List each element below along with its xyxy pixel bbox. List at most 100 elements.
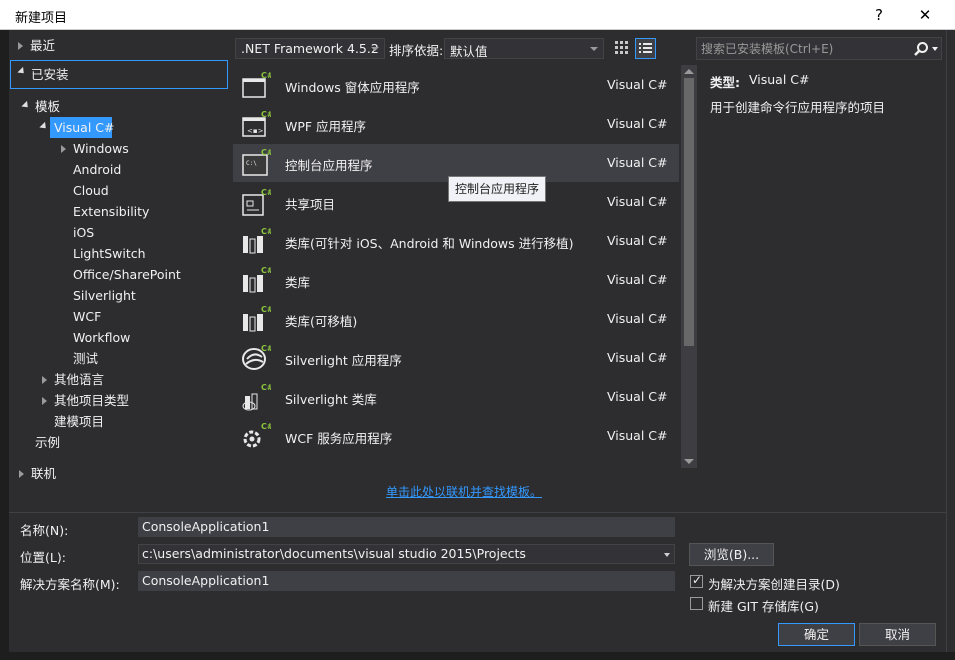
template-name: WCF 服务应用程序 <box>285 431 393 446</box>
list-item-partial[interactable] <box>233 456 679 468</box>
silverlight-library-icon: C# <box>242 383 271 411</box>
list-item[interactable]: C# Silverlight 应用程序 Visual C# <box>233 339 679 377</box>
wpf-icon: <▪> C# <box>242 110 271 137</box>
list-item[interactable]: C# WCF 服务应用程序 Visual C# <box>233 417 679 455</box>
list-item[interactable]: C# 类库(可移植) Visual C# <box>233 300 679 338</box>
nav-visual-csharp[interactable]: Visual C# <box>39 117 115 138</box>
sort-dropdown[interactable]: 默认值 <box>444 38 604 59</box>
close-button[interactable]: ✕ <box>902 0 948 30</box>
nav-samples[interactable]: 示例 <box>35 432 60 453</box>
git-repo-label[interactable]: 新建 GIT 存储库(G) <box>708 596 819 615</box>
template-language: Visual C# <box>607 155 668 170</box>
nav-online[interactable]: 联机 <box>19 463 57 484</box>
template-language: Visual C# <box>607 428 668 443</box>
scroll-down-icon[interactable] <box>684 459 694 464</box>
template-language: Visual C# <box>607 311 668 326</box>
template-name: Silverlight 应用程序 <box>285 353 402 368</box>
svg-text:C#: C# <box>261 422 271 431</box>
nav-other-project-types[interactable]: 其他项目类型 <box>42 390 129 411</box>
nav-recent-label: 最近 <box>30 38 56 53</box>
nav-item-silverlight[interactable]: Silverlight <box>73 285 136 306</box>
template-list: C# Windows 窗体应用程序 Visual C# <▪> C# WPF 应… <box>233 65 679 468</box>
collapse-arrow-icon[interactable] <box>17 66 27 77</box>
nav-installed[interactable]: 已安装 <box>10 60 228 89</box>
location-label: 位置(L): <box>20 550 66 565</box>
nav-recent[interactable]: 最近 <box>18 35 56 56</box>
nav-item-ios[interactable]: iOS <box>73 222 94 243</box>
background-window-strip <box>0 30 9 660</box>
silverlight-app-icon: C# <box>242 344 271 370</box>
background-bottom-strip <box>0 652 955 660</box>
solution-name-label: 解决方案名称(M): <box>20 577 120 592</box>
nav-item-test[interactable]: 测试 <box>73 348 98 369</box>
nav-online-label: 联机 <box>31 466 57 481</box>
info-type-value: Visual C# <box>749 72 810 87</box>
nav-item-windows[interactable]: Windows <box>61 138 129 159</box>
template-language: Visual C# <box>607 350 668 365</box>
template-name: Silverlight 类库 <box>285 392 377 407</box>
list-item[interactable]: C# 类库 Visual C# <box>233 261 679 299</box>
expand-arrow-icon[interactable] <box>61 145 66 153</box>
template-name: Windows 窗体应用程序 <box>285 80 420 95</box>
info-type-label: 类型: <box>710 75 740 90</box>
svg-text:C#: C# <box>261 305 271 314</box>
scroll-up-icon[interactable] <box>684 69 694 74</box>
svg-text:<▪>: <▪> <box>247 127 264 135</box>
dialog-title: 新建项目 <box>15 11 68 26</box>
grid-view-icon[interactable] <box>612 38 632 58</box>
svg-text:C#: C# <box>261 227 271 236</box>
nav-item-extensibility[interactable]: Extensibility <box>73 201 149 222</box>
console-icon: C:\ C# <box>242 148 271 176</box>
nav-item-lightswitch[interactable]: LightSwitch <box>73 243 146 264</box>
browse-button[interactable]: 浏览(B)... <box>689 543 774 566</box>
scrollbar-thumb[interactable] <box>684 78 694 346</box>
expand-arrow-icon[interactable] <box>42 376 47 384</box>
list-item[interactable]: C# Silverlight 类库 Visual C# <box>233 378 679 416</box>
list-view-icon[interactable] <box>635 38 656 59</box>
list-item[interactable]: C# Windows 窗体应用程序 Visual C# <box>233 66 679 104</box>
nav-templates[interactable]: 模板 <box>21 96 60 117</box>
help-button[interactable]: ? <box>856 0 902 30</box>
create-directory-checkbox[interactable] <box>690 573 703 588</box>
nav-item-label: Windows <box>73 141 129 156</box>
nav-other-languages[interactable]: 其他语言 <box>42 369 104 390</box>
search-icon[interactable] <box>913 41 929 57</box>
svg-text:C#: C# <box>261 344 271 353</box>
nav-item-android[interactable]: Android <box>73 159 121 180</box>
framework-dropdown[interactable]: .NET Framework 4.5.2 <box>235 38 385 59</box>
create-directory-label[interactable]: 为解决方案创建目录(D) <box>708 574 840 593</box>
template-name: 类库(可移植) <box>285 314 358 329</box>
title-bar: 新建项目 ? ✕ <box>0 0 955 30</box>
list-item[interactable]: <▪> C# WPF 应用程序 Visual C# <box>233 105 679 143</box>
nav-item-cloud[interactable]: Cloud <box>73 180 109 201</box>
cancel-button[interactable]: 取消 <box>859 623 936 646</box>
list-item[interactable]: C# 类库(可针对 iOS、Android 和 Windows 进行移植) Vi… <box>233 222 679 260</box>
ok-button[interactable]: 确定 <box>778 623 855 646</box>
sort-value: 默认值 <box>450 44 488 59</box>
search-box[interactable] <box>696 37 942 60</box>
expand-arrow-icon[interactable] <box>18 42 23 50</box>
nav-item-wcf[interactable]: WCF <box>73 306 101 327</box>
nav-modeling-projects[interactable]: 建模项目 <box>54 411 104 432</box>
expand-arrow-icon[interactable] <box>42 397 47 405</box>
project-name-field[interactable]: ConsoleApplication1 <box>138 517 675 537</box>
chevron-down-icon[interactable] <box>932 47 938 51</box>
online-templates-link[interactable]: 单击此处以联机并查找模板。 <box>386 483 542 500</box>
template-name: 类库 <box>285 275 311 290</box>
portable-class-library-icon: C# <box>243 305 271 332</box>
template-name: WPF 应用程序 <box>285 119 367 134</box>
location-value: c:\users\administrator\documents\visual … <box>142 546 526 561</box>
template-name: 控制台应用程序 <box>285 158 373 173</box>
cloud-icon <box>241 460 271 468</box>
svg-text:C:\: C:\ <box>246 160 257 167</box>
chevron-down-icon[interactable] <box>664 553 670 557</box>
nav-item-office-sharepoint[interactable]: Office/SharePoint <box>73 264 181 285</box>
search-input[interactable] <box>701 40 901 57</box>
expand-arrow-icon[interactable] <box>19 470 24 478</box>
location-field[interactable]: c:\users\administrator\documents\visual … <box>138 544 675 564</box>
shared-project-icon: C# <box>242 188 271 216</box>
svg-text:C#: C# <box>261 71 271 80</box>
nav-item-workflow[interactable]: Workflow <box>73 327 130 348</box>
solution-name-field[interactable]: ConsoleApplication1 <box>138 571 675 591</box>
git-repo-checkbox[interactable] <box>690 597 703 610</box>
